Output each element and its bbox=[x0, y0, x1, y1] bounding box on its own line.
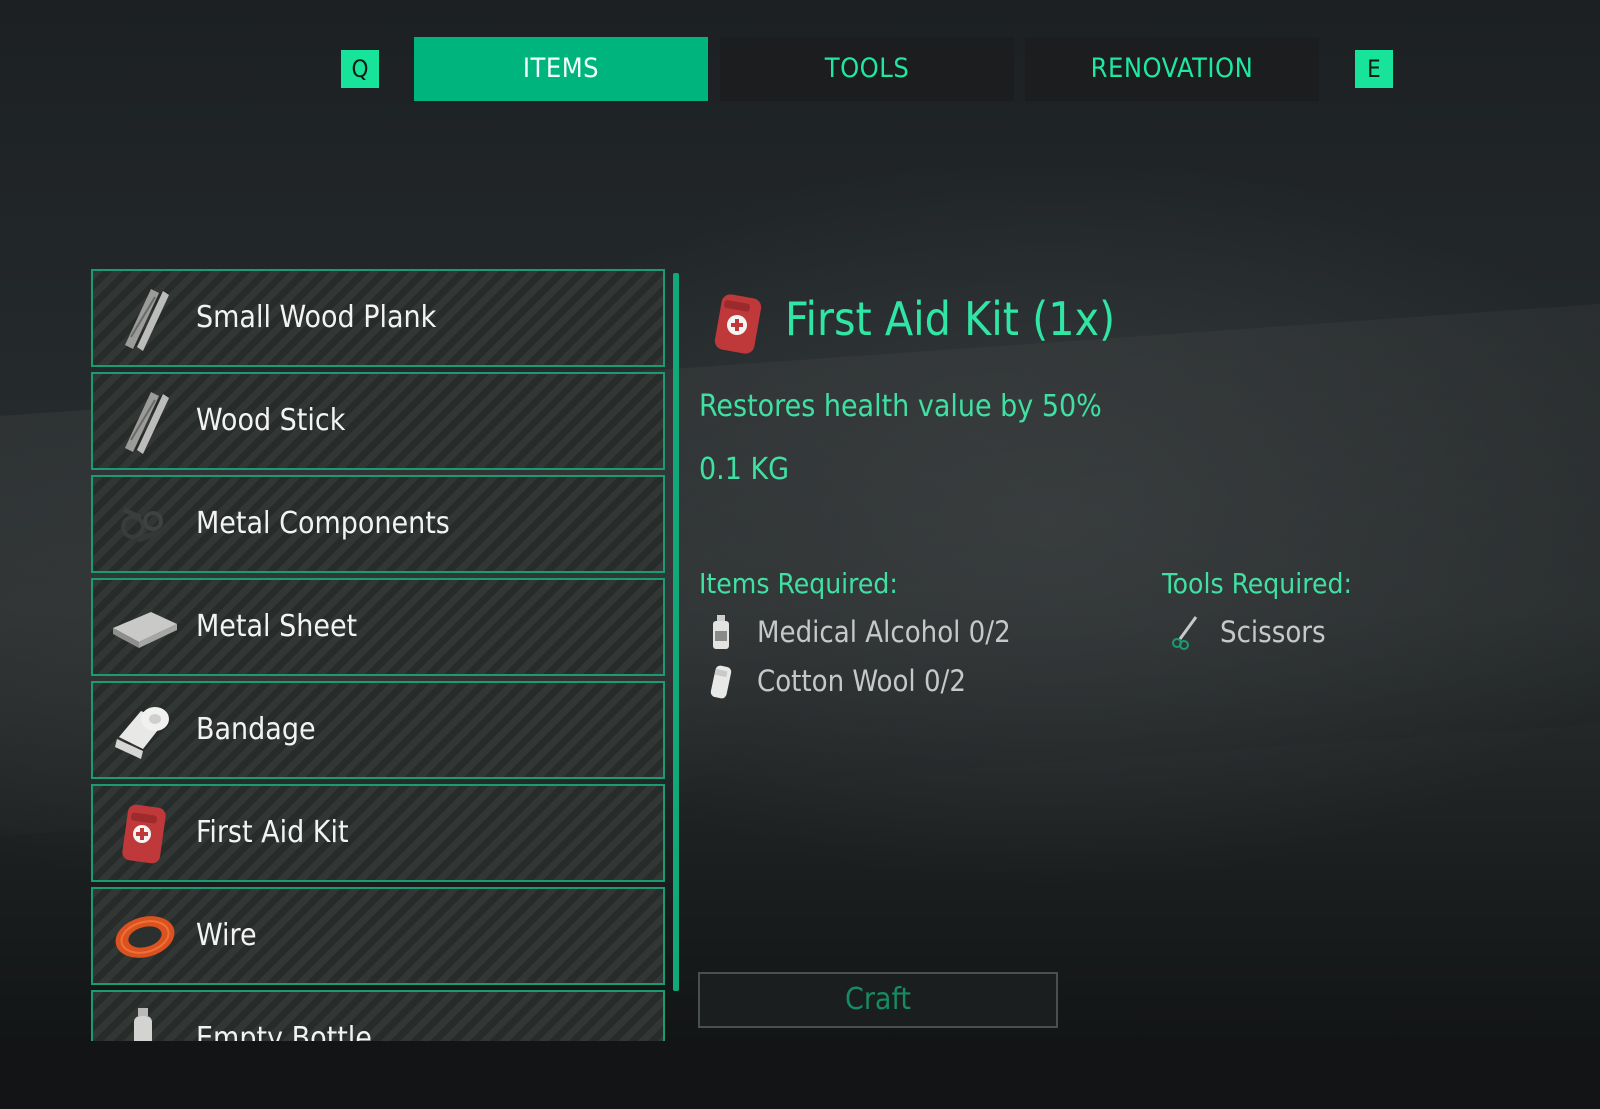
cotton-wool-icon bbox=[710, 665, 732, 699]
craft-button[interactable]: Craft bbox=[698, 972, 1058, 1028]
tab-tools[interactable]: TOOLS bbox=[720, 37, 1014, 101]
wood-plank-icon bbox=[125, 289, 169, 351]
list-item-small-wood-plank[interactable]: Small Wood Plank bbox=[91, 269, 665, 367]
list-item-metal-components[interactable]: Metal Components bbox=[91, 475, 665, 573]
list-item-label: Metal Components bbox=[196, 506, 450, 541]
list-scrollbar[interactable] bbox=[673, 273, 679, 991]
items-required-heading: Items Required: bbox=[699, 567, 898, 600]
bandage-icon bbox=[115, 707, 169, 759]
tab-items[interactable]: ITEMS bbox=[414, 37, 708, 101]
required-item-text: Cotton Wool 0/2 bbox=[757, 664, 966, 698]
list-item-bandage[interactable]: Bandage bbox=[91, 681, 665, 779]
tab-renovation[interactable]: RENOVATION bbox=[1025, 37, 1319, 101]
item-title: First Aid Kit (1x) bbox=[785, 292, 1116, 346]
list-item-label: Bandage bbox=[196, 712, 316, 747]
list-item-label: Empty Bottle bbox=[196, 1021, 372, 1041]
list-item-metal-sheet[interactable]: Metal Sheet bbox=[91, 578, 665, 676]
next-tab-key-hint[interactable]: E bbox=[1355, 50, 1393, 88]
list-item-label: First Aid Kit bbox=[196, 815, 349, 850]
bottle-icon bbox=[134, 1008, 152, 1041]
required-tool-text: Scissors bbox=[1220, 615, 1326, 649]
metal-sheet-icon bbox=[113, 612, 177, 648]
wood-stick-icon bbox=[125, 392, 169, 454]
list-item-label: Wood Stick bbox=[196, 403, 346, 438]
scissors-icon bbox=[1172, 616, 1198, 650]
prev-tab-key-hint[interactable]: Q bbox=[341, 50, 379, 88]
wire-icon bbox=[115, 916, 175, 958]
required-item-text: Medical Alcohol 0/2 bbox=[757, 615, 1011, 649]
first-aid-kit-icon bbox=[122, 804, 166, 864]
list-item-wood-stick[interactable]: Wood Stick bbox=[91, 372, 665, 470]
list-item-label: Small Wood Plank bbox=[196, 300, 437, 335]
alcohol-bottle-icon bbox=[713, 615, 729, 649]
item-weight: 0.1 KG bbox=[699, 452, 790, 487]
list-item-label: Metal Sheet bbox=[196, 609, 358, 644]
item-description: Restores health value by 50% bbox=[699, 389, 1102, 424]
craft-item-list: Small Wood Plank Wood Stick Metal Compon… bbox=[91, 269, 669, 1041]
list-item-first-aid-kit[interactable]: First Aid Kit bbox=[91, 784, 665, 882]
tools-required-heading: Tools Required: bbox=[1162, 567, 1352, 600]
list-item-empty-bottle[interactable]: Empty Bottle bbox=[91, 990, 665, 1041]
list-item-label: Wire bbox=[196, 918, 257, 953]
list-item-wire[interactable]: Wire bbox=[91, 887, 665, 985]
first-aid-kit-icon bbox=[714, 294, 762, 354]
background-floor bbox=[0, 1040, 1600, 1109]
metal-components-icon bbox=[121, 507, 163, 543]
